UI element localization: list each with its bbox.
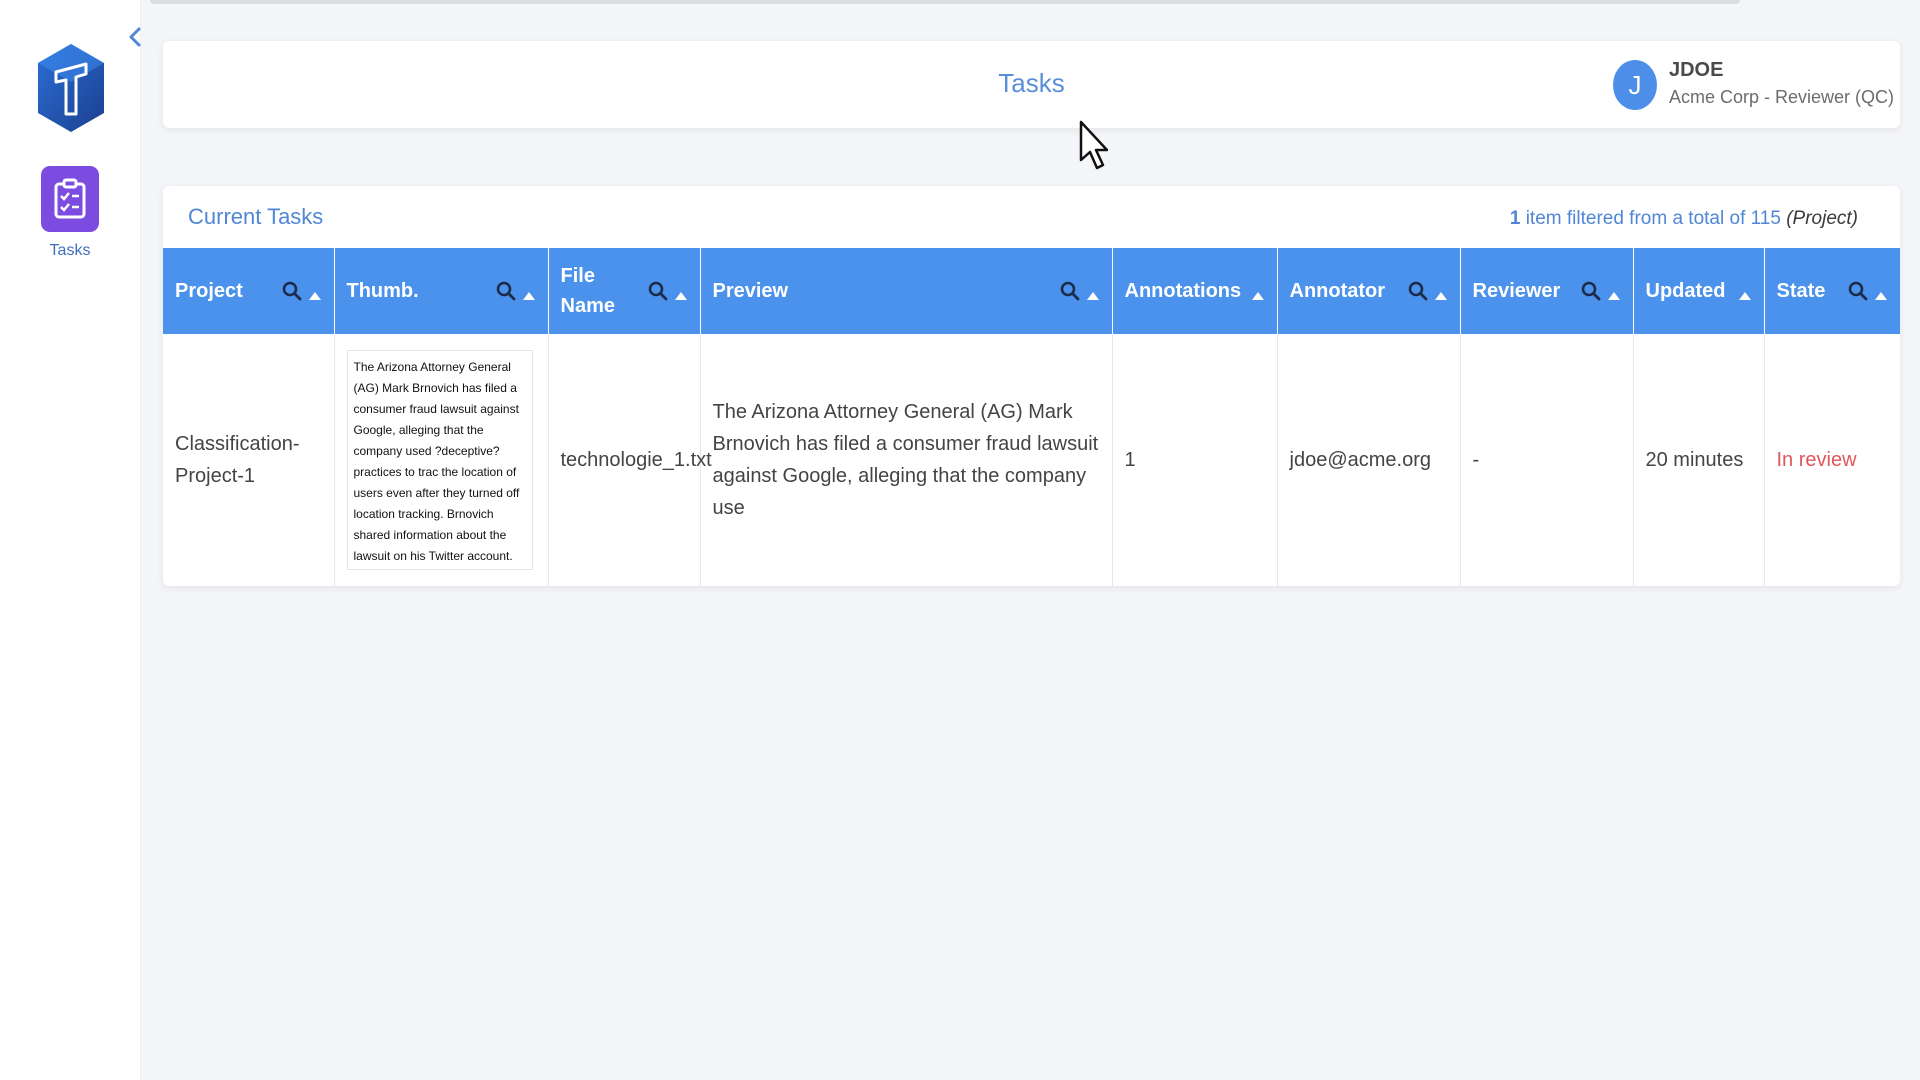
filter-text: item filtered from a total of 115: [1520, 208, 1787, 229]
sort-asc-icon[interactable]: [1251, 285, 1265, 300]
column-label: Annotator: [1289, 280, 1386, 302]
column-label: Project: [175, 280, 243, 302]
sort-asc-icon[interactable]: [674, 285, 688, 300]
cell-annotator: jdoe@acme.org: [1277, 334, 1461, 586]
user-role: Acme Corp - Reviewer (QC): [1668, 87, 1894, 107]
mouse-cursor-icon: [1078, 120, 1109, 176]
user-name: JDOE: [1668, 59, 1724, 81]
user-menu[interactable]: J JDOE Acme Corp - Reviewer (QC): [1612, 58, 1894, 112]
page-header: Tasks J JDOE Acme Corp - Reviewer (QC): [163, 41, 1900, 128]
search-icon[interactable]: [1408, 281, 1428, 301]
sidebar-item-label: Tasks: [49, 242, 91, 259]
column-header-project[interactable]: Project: [163, 248, 335, 334]
column-label: Updated: [1645, 280, 1726, 302]
filter-scope: (Project): [1786, 208, 1858, 229]
chevron-left-icon[interactable]: [125, 24, 145, 50]
column-label: File Name: [560, 265, 615, 317]
cell-thumb: The Arizona Attorney General (AG) Mark B…: [334, 334, 549, 586]
cell-annotations: 1: [1112, 334, 1278, 586]
sort-asc-icon[interactable]: [308, 285, 322, 300]
sidebar-item-tasks[interactable]: Tasks: [30, 166, 110, 270]
column-header-annotations[interactable]: Annotations: [1112, 248, 1278, 334]
cell-project: Classification-Project-1: [163, 334, 335, 586]
filter-count: 1: [1509, 208, 1521, 229]
column-header-file-name[interactable]: File Name: [548, 248, 701, 334]
top-scroll-strip: [150, 0, 1740, 4]
table-row[interactable]: Classification-Project-1 The Arizona Att…: [163, 334, 1900, 586]
column-header-state[interactable]: State: [1764, 248, 1900, 334]
current-tasks-panel: Current Tasks 1 item filtered from a tot…: [163, 186, 1900, 586]
cell-reviewer: -: [1460, 334, 1634, 586]
sort-asc-icon[interactable]: [1086, 285, 1100, 300]
cell-state: In review: [1776, 449, 1857, 471]
sort-asc-icon[interactable]: [522, 285, 536, 300]
search-icon[interactable]: [1581, 281, 1601, 301]
search-icon[interactable]: [1848, 281, 1868, 301]
panel-title: Current Tasks: [188, 204, 324, 229]
search-icon[interactable]: [282, 281, 302, 301]
sort-asc-icon[interactable]: [1738, 285, 1752, 300]
column-label: State: [1776, 280, 1826, 302]
column-header-annotator[interactable]: Annotator: [1277, 248, 1461, 334]
column-label: Preview: [712, 280, 789, 302]
sort-asc-icon[interactable]: [1607, 285, 1621, 300]
column-header-thumb[interactable]: Thumb.: [334, 248, 549, 334]
sort-asc-icon[interactable]: [1434, 285, 1448, 300]
cell-file-name: technologie_1.txt: [548, 334, 712, 586]
column-header-updated[interactable]: Updated: [1633, 248, 1765, 334]
table-header-row: Project Thumb. File Name Preview Annotations…: [163, 248, 1900, 334]
column-header-reviewer[interactable]: Reviewer: [1460, 248, 1634, 334]
thumbnail-preview[interactable]: The Arizona Attorney General (AG) Mark B…: [346, 350, 533, 570]
search-icon[interactable]: [496, 281, 516, 301]
search-icon[interactable]: [1060, 281, 1080, 301]
column-header-preview[interactable]: Preview: [700, 248, 1113, 334]
sort-asc-icon[interactable]: [1874, 285, 1888, 300]
avatar[interactable]: J: [1612, 60, 1657, 110]
filter-summary: 1 item filtered from a total of 115 (Pro…: [1510, 208, 1858, 230]
cell-preview: The Arizona Attorney General (AG) Mark B…: [700, 334, 1113, 586]
column-label: Annotations: [1124, 280, 1242, 302]
sidebar: Tasks: [0, 0, 141, 1080]
column-label: Reviewer: [1472, 280, 1561, 302]
clipboard-check-icon: [41, 166, 99, 232]
search-icon[interactable]: [648, 281, 668, 301]
hexagon-logo-icon: [36, 42, 106, 134]
column-label: Thumb.: [346, 280, 419, 302]
tasks-table: Project Thumb. File Name Preview Annotations…: [163, 248, 1900, 586]
cell-updated: 20 minutes: [1633, 334, 1765, 586]
